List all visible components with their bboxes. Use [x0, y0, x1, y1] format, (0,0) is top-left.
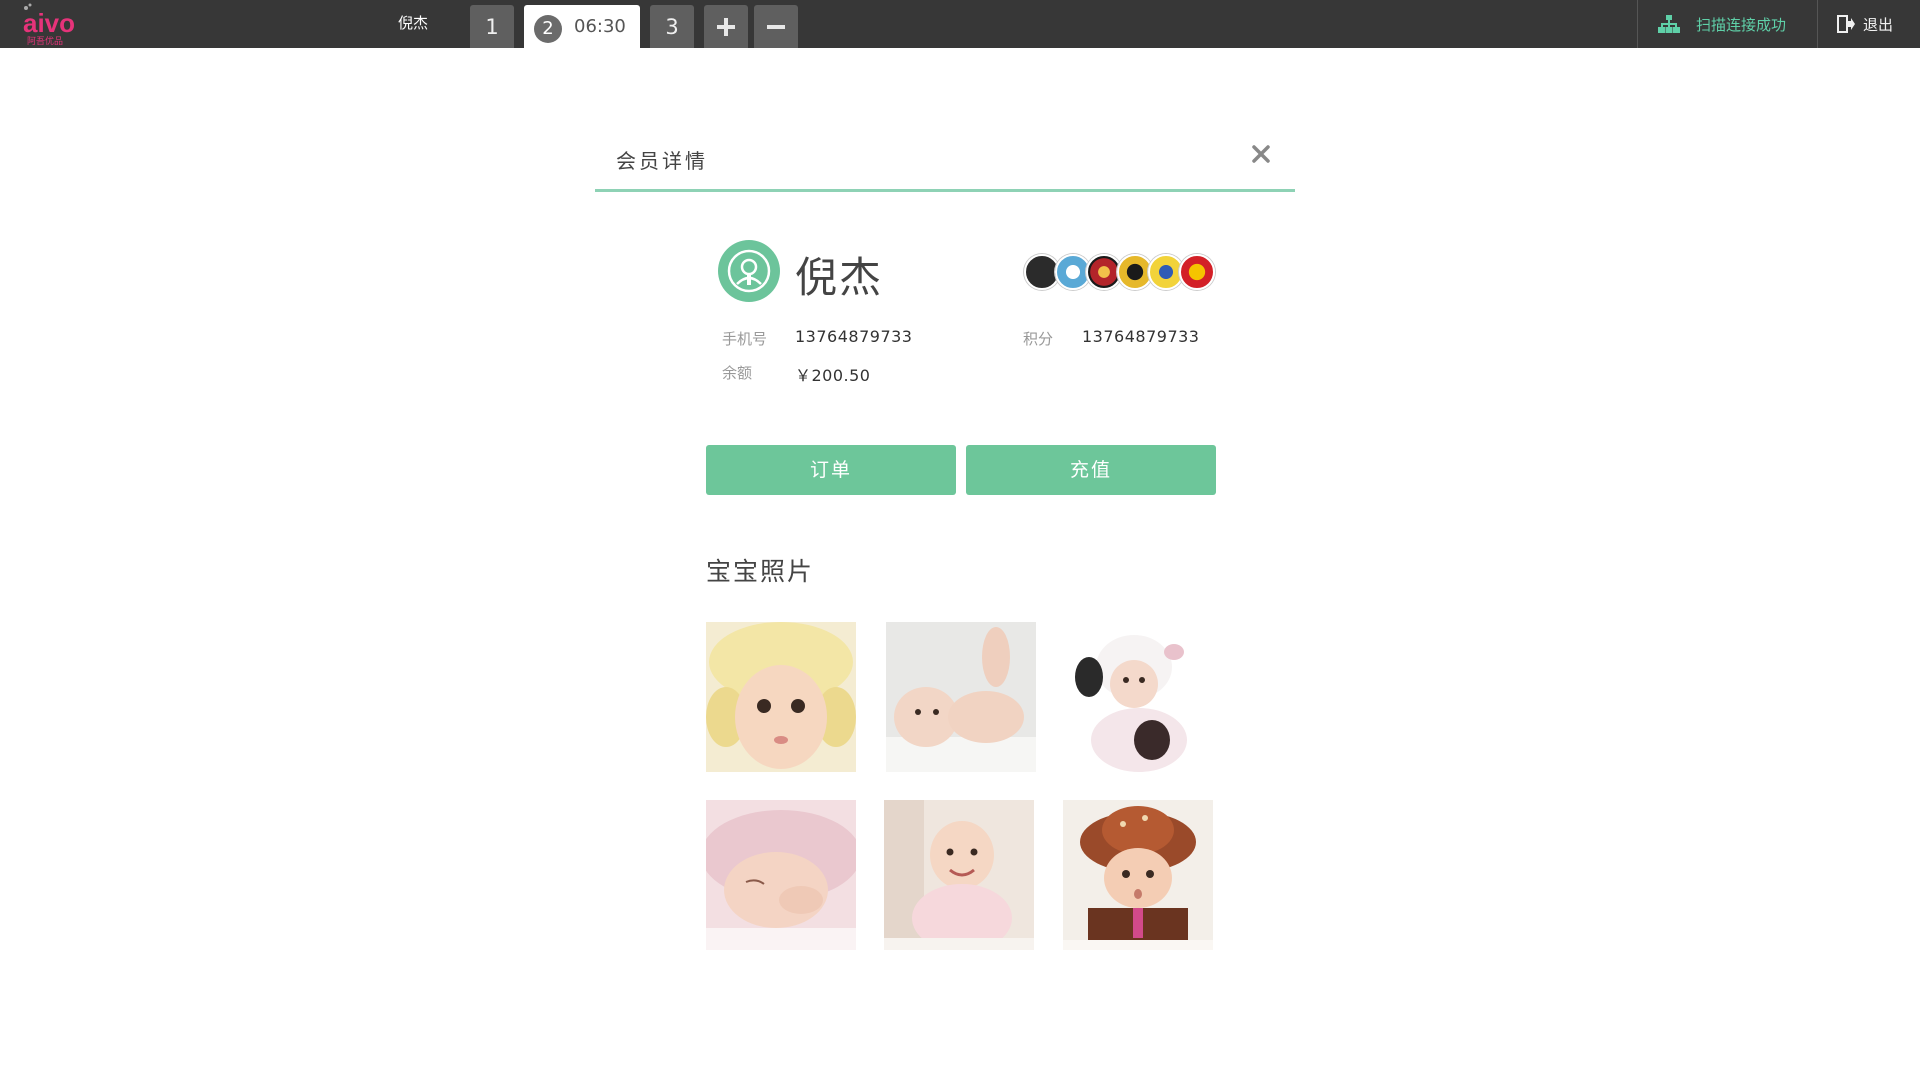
tab-3[interactable]: 3 — [650, 5, 694, 48]
scan-status-label: 扫描连接成功 — [1696, 15, 1787, 34]
add-tab-button[interactable] — [704, 5, 748, 48]
balance-value: ￥200.50 — [795, 366, 871, 385]
tab-1[interactable]: 1 — [470, 5, 514, 48]
tab-2-timer: 06:30 — [574, 16, 626, 37]
baby-photo-5[interactable] — [884, 800, 1034, 950]
network-icon — [1658, 15, 1680, 33]
tab-2-active[interactable]: 2 06:30 — [524, 5, 640, 48]
points-value: 13764879733 — [1082, 327, 1200, 346]
scan-status-button[interactable]: 扫描连接成功 — [1637, 0, 1817, 48]
user-icon — [727, 249, 771, 293]
balance-label: 余额 — [722, 364, 753, 382]
member-avatar — [718, 240, 780, 302]
dialog-header: 会员详情 — [595, 130, 1295, 192]
brand-badge-6 — [1179, 254, 1215, 290]
member-name: 倪杰 — [795, 253, 884, 302]
top-bar: aivo 阿吾优品 倪杰 1 2 06:30 3 扫描连接成功 退出 — [0, 0, 1920, 48]
remove-tab-button[interactable] — [754, 5, 798, 48]
tab-2-number: 2 — [534, 15, 562, 43]
baby-photo-6[interactable] — [1063, 800, 1213, 950]
current-user-name: 倪杰 — [398, 14, 429, 32]
baby-photo-1[interactable] — [706, 622, 856, 772]
svg-text:阿吾优品: 阿吾优品 — [27, 35, 63, 46]
app-logo: aivo 阿吾优品 — [20, 2, 100, 47]
dialog-title: 会员详情 — [616, 149, 708, 173]
member-badges — [1024, 254, 1215, 290]
svg-text:aivo: aivo — [23, 8, 75, 38]
baby-photo-3[interactable] — [1064, 622, 1214, 772]
close-icon[interactable] — [1249, 142, 1273, 166]
recharge-button[interactable]: 充值 — [966, 445, 1216, 495]
plus-icon — [717, 18, 735, 36]
tab-1-label: 1 — [485, 15, 499, 39]
logout-button[interactable]: 退出 — [1817, 0, 1920, 48]
phone-label: 手机号 — [722, 330, 768, 348]
exit-icon — [1837, 15, 1855, 33]
tab-3-label: 3 — [665, 15, 679, 39]
baby-photos-title: 宝宝照片 — [706, 557, 815, 586]
baby-photo-2[interactable] — [886, 622, 1036, 772]
points-label: 积分 — [1023, 330, 1054, 348]
logout-label: 退出 — [1863, 15, 1894, 34]
minus-icon — [767, 25, 785, 29]
baby-photo-4[interactable] — [706, 800, 856, 950]
phone-value: 13764879733 — [795, 327, 913, 346]
orders-button[interactable]: 订单 — [706, 445, 956, 495]
